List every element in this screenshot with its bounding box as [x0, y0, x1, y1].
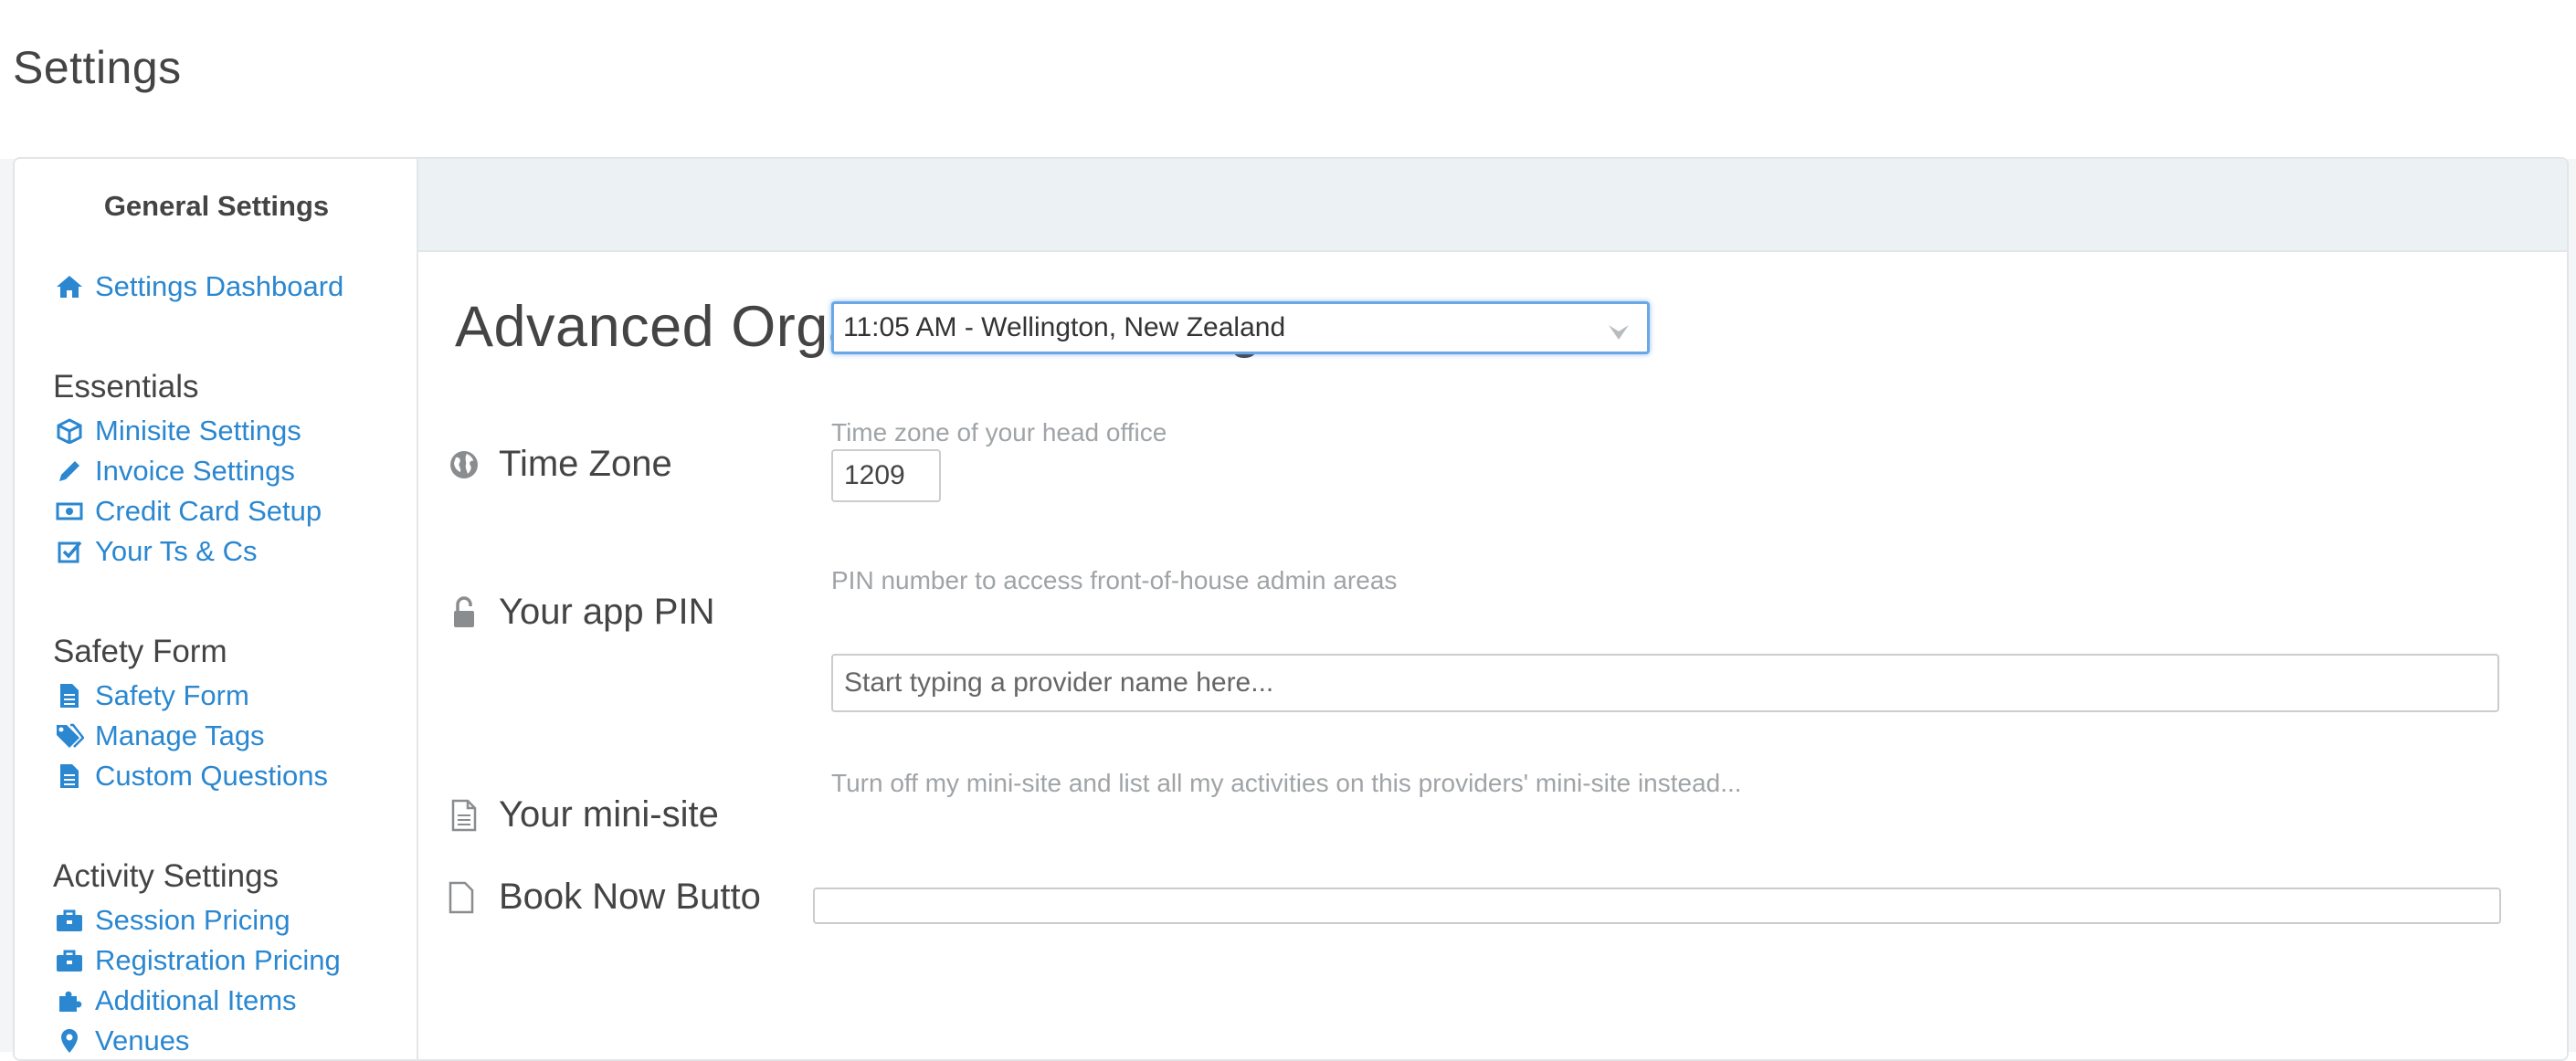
document-icon: [55, 681, 84, 710]
sidebar-item-minisite-settings[interactable]: Minisite Settings: [55, 415, 301, 447]
app-pin-label-text: Your app PIN: [499, 592, 715, 632]
mini-site-label: Your mini-site: [448, 794, 719, 835]
content-header-strip: [418, 159, 2567, 252]
sidebar-item-label: Minisite Settings: [95, 415, 301, 446]
book-now-label: Book Now Butto: [448, 877, 761, 918]
checkbox-icon: [55, 537, 84, 566]
app-pin-input[interactable]: [831, 449, 941, 502]
sidebar-item-venues[interactable]: Venues: [55, 1024, 189, 1057]
sidebar-item-terms[interactable]: Your Ts & Cs: [55, 535, 257, 568]
sidebar-item-label: Custom Questions: [95, 760, 328, 792]
time-zone-label: Time Zone: [448, 444, 672, 485]
chevron-down-icon: [1607, 319, 1631, 350]
sidebar-section-essentials: Essentials: [53, 369, 199, 404]
puzzle-icon: [55, 986, 84, 1015]
home-icon: [55, 272, 84, 301]
settings-panel: General Settings Settings Dashboard Esse…: [13, 157, 2569, 1061]
app-pin-label: Your app PIN: [448, 592, 714, 633]
sidebar-item-settings-dashboard[interactable]: Settings Dashboard: [55, 270, 343, 303]
file-icon: [448, 881, 480, 914]
globe-icon: [448, 448, 480, 481]
book-now-label-text: Book Now Butto: [499, 877, 761, 917]
sidebar-item-registration-pricing[interactable]: Registration Pricing: [55, 944, 341, 977]
time-zone-selected-value: 11:05 AM - Wellington, New Zealand: [843, 312, 1286, 342]
tags-icon: [55, 721, 84, 751]
book-now-input[interactable]: [813, 888, 2501, 924]
sidebar-item-label: Venues: [95, 1024, 190, 1056]
pencil-icon: [55, 457, 84, 486]
sidebar-item-label: Registration Pricing: [95, 944, 341, 976]
sidebar-item-custom-questions[interactable]: Custom Questions: [55, 760, 328, 793]
sidebar-item-label: Safety Form: [95, 679, 249, 711]
time-zone-label-text: Time Zone: [499, 444, 672, 484]
unlock-icon: [448, 595, 480, 629]
sidebar-item-label: Your Ts & Cs: [95, 535, 258, 567]
mini-site-label-text: Your mini-site: [499, 794, 719, 835]
sidebar-item-label: Credit Card Setup: [95, 495, 322, 527]
sidebar-section-safety-form: Safety Form: [53, 634, 227, 669]
money-icon: [55, 497, 84, 526]
sidebar-item-label: Settings Dashboard: [95, 270, 344, 302]
time-zone-help: Time zone of your head office: [831, 418, 1167, 446]
file-icon: [448, 799, 480, 832]
sidebar-item-session-pricing[interactable]: Session Pricing: [55, 904, 290, 937]
mini-site-help: Turn off my mini-site and list all my ac…: [831, 769, 1742, 797]
sidebar-item-invoice-settings[interactable]: Invoice Settings: [55, 455, 295, 488]
sidebar-item-label: Additional Items: [95, 984, 297, 1016]
sidebar-heading: General Settings: [103, 190, 330, 222]
sidebar-item-label: Session Pricing: [95, 904, 290, 936]
sidebar-item-label: Manage Tags: [95, 720, 265, 751]
app-pin-help: PIN number to access front-of-house admi…: [831, 566, 1398, 594]
sidebar-item-label: Invoice Settings: [95, 455, 295, 487]
sidebar-item-safety-form[interactable]: Safety Form: [55, 679, 249, 712]
briefcase-icon: [55, 946, 84, 975]
briefcase-icon: [55, 906, 84, 935]
cube-icon: [55, 416, 84, 446]
sidebar-item-manage-tags[interactable]: Manage Tags: [55, 720, 265, 752]
document-icon: [55, 762, 84, 791]
settings-sidebar: General Settings Settings Dashboard Esse…: [15, 159, 418, 1059]
sidebar-item-additional-items[interactable]: Additional Items: [55, 984, 297, 1017]
map-marker-icon: [55, 1026, 84, 1056]
provider-search-input[interactable]: [831, 654, 2499, 712]
sidebar-section-activity-settings: Activity Settings: [53, 858, 280, 894]
page-title: Settings: [13, 42, 182, 93]
sidebar-item-credit-card-setup[interactable]: Credit Card Setup: [55, 495, 322, 528]
time-zone-select[interactable]: 11:05 AM - Wellington, New Zealand: [831, 301, 1650, 354]
